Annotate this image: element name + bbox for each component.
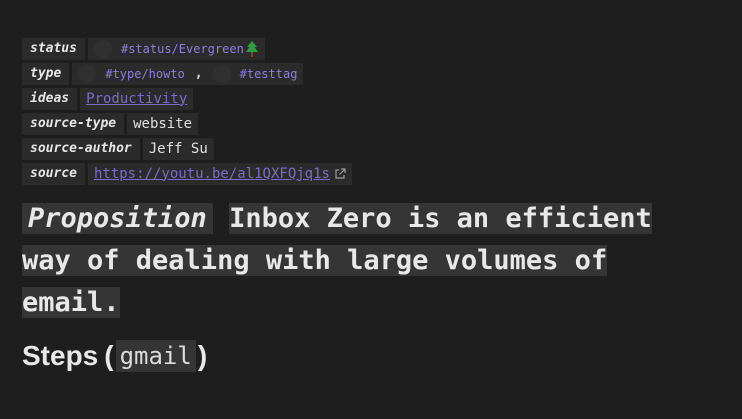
tag-label: #testtag [239, 66, 298, 81]
source-url-link[interactable]: https://youtu.be/al1QXFQjq1s [94, 166, 330, 182]
tag-type-howto[interactable]: #type/howto [78, 64, 185, 83]
evergreen-tree-icon [245, 40, 258, 57]
steps-heading: Steps ( gmail ) [22, 340, 207, 372]
property-key-ideas: ideas [22, 87, 78, 110]
property-key-status: status [22, 37, 85, 60]
tag-bubble-icon [212, 64, 231, 83]
property-key-type: type [22, 62, 70, 85]
property-status: status #status/Evergreen [22, 36, 352, 61]
tag-testtag[interactable]: #testtag [212, 64, 298, 83]
clipped-heading-fragment: ˉ ˉ ˉ [120, 0, 155, 15]
property-key-source-author: source-author [22, 137, 140, 160]
tag-label: #status/Evergreen [120, 41, 244, 56]
source-author-value: Jeff Su [148, 140, 208, 157]
tag-status-evergreen[interactable]: #status/Evergreen [93, 39, 259, 58]
tag-separator: , [194, 66, 203, 81]
tag-bubble-icon [78, 64, 97, 83]
property-value-source-author: Jeff Su [142, 137, 214, 160]
proposition-label: Proposition [22, 203, 213, 234]
property-key-source: source [22, 162, 85, 185]
properties-panel: status #status/Evergreen type #type/howt… [22, 36, 352, 186]
steps-close-paren: ) [197, 340, 208, 371]
property-value-source: https://youtu.be/al1QXFQjq1s [87, 162, 352, 185]
tag-label: #type/howto [105, 66, 185, 81]
proposition-callout: Proposition Inbox Zero is an efficient w… [22, 198, 712, 324]
property-ideas: ideas Productivity [22, 86, 352, 111]
property-value-ideas: Productivity [80, 87, 194, 110]
steps-open-paren: ( [104, 340, 114, 371]
property-source-author: source-author Jeff Su [22, 136, 352, 161]
source-type-value: website [133, 115, 193, 132]
property-value-status: #status/Evergreen [87, 37, 265, 60]
property-value-source-type: website [127, 112, 199, 135]
steps-inline-code: gmail [115, 340, 196, 372]
property-value-type: #type/howto , #testtag [72, 62, 304, 85]
tag-bubble-icon [93, 39, 112, 58]
external-link-icon[interactable] [334, 167, 346, 180]
property-source: source https://youtu.be/al1QXFQjq1s [22, 161, 352, 186]
property-key-source-type: source-type [22, 112, 125, 135]
steps-heading-text: Steps [22, 340, 99, 371]
ideas-link[interactable]: Productivity [86, 91, 187, 107]
property-source-type: source-type website [22, 111, 352, 136]
property-type: type #type/howto , #testtag [22, 61, 352, 86]
